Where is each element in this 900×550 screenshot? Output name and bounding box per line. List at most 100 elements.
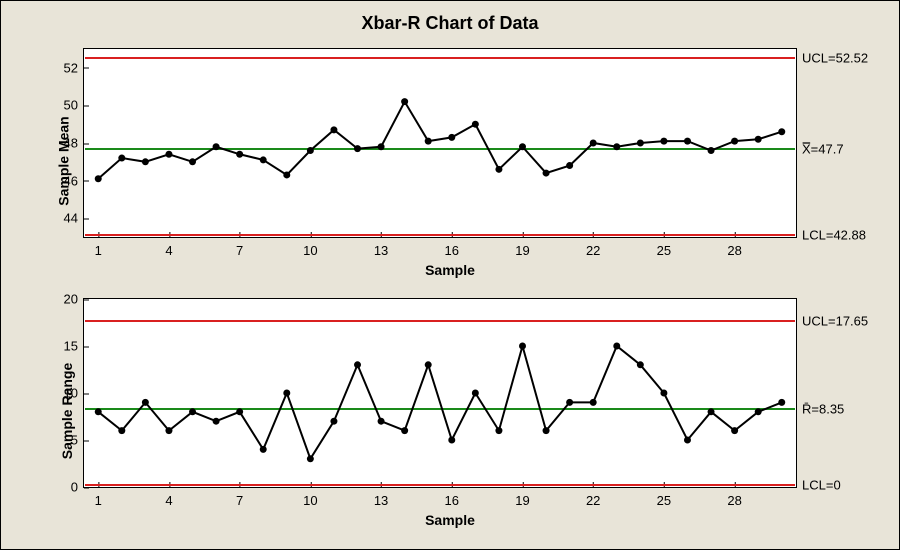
data-point <box>189 408 196 415</box>
x-tick: 19 <box>515 237 529 258</box>
data-point <box>731 138 738 145</box>
data-point <box>519 343 526 350</box>
x-tick: 16 <box>445 237 459 258</box>
data-point <box>260 446 267 453</box>
x-tick: 25 <box>657 487 671 508</box>
r-plot-area: 0510152014710131619222528UCL=17.65R̄=8.3… <box>83 298 797 488</box>
y-tick: 5 <box>71 433 84 448</box>
data-point <box>236 408 243 415</box>
data-point <box>495 427 502 434</box>
reference-label: X̿=47.7 <box>802 141 844 156</box>
data-series <box>84 299 796 487</box>
data-point <box>448 437 455 444</box>
data-point <box>566 162 573 169</box>
reference-label: UCL=17.65 <box>802 314 868 329</box>
reference-label: R̄=8.35 <box>802 401 844 416</box>
data-point <box>354 145 361 152</box>
x-tick: 7 <box>236 237 243 258</box>
data-point <box>213 418 220 425</box>
data-point <box>495 166 502 173</box>
data-point <box>590 140 597 147</box>
y-tick: 0 <box>71 480 84 495</box>
x-tick: 7 <box>236 487 243 508</box>
data-point <box>165 427 172 434</box>
x-tick: 1 <box>95 237 102 258</box>
data-point <box>142 399 149 406</box>
data-point <box>401 98 408 105</box>
data-point <box>472 121 479 128</box>
x-tick: 13 <box>374 237 388 258</box>
data-point <box>637 140 644 147</box>
data-point <box>425 361 432 368</box>
data-point <box>213 143 220 150</box>
xbar-y-label: Sample Mean <box>56 116 72 205</box>
data-point <box>708 408 715 415</box>
x-tick: 10 <box>303 237 317 258</box>
data-point <box>708 147 715 154</box>
data-point <box>165 151 172 158</box>
data-point <box>260 156 267 163</box>
x-tick: 10 <box>303 487 317 508</box>
y-tick: 44 <box>64 211 84 226</box>
data-point <box>778 399 785 406</box>
data-point <box>519 143 526 150</box>
data-point <box>755 408 762 415</box>
data-series <box>84 49 796 237</box>
data-point <box>637 361 644 368</box>
data-point <box>307 147 314 154</box>
x-tick: 13 <box>374 487 388 508</box>
data-point <box>543 170 550 177</box>
xbar-x-label: Sample <box>425 262 475 278</box>
data-point <box>684 437 691 444</box>
data-point <box>755 136 762 143</box>
data-point <box>236 151 243 158</box>
data-point <box>283 390 290 397</box>
data-point <box>142 158 149 165</box>
data-point <box>543 427 550 434</box>
data-point <box>472 390 479 397</box>
data-point <box>613 143 620 150</box>
data-point <box>378 418 385 425</box>
x-tick: 28 <box>727 237 741 258</box>
data-point <box>118 427 125 434</box>
data-point <box>660 390 667 397</box>
x-tick: 28 <box>727 487 741 508</box>
data-point <box>660 138 667 145</box>
x-tick: 22 <box>586 237 600 258</box>
y-tick: 50 <box>64 98 84 113</box>
x-tick: 16 <box>445 487 459 508</box>
x-tick: 25 <box>657 237 671 258</box>
data-point <box>401 427 408 434</box>
data-point <box>566 399 573 406</box>
x-tick: 4 <box>165 487 172 508</box>
data-point <box>590 399 597 406</box>
x-tick: 4 <box>165 237 172 258</box>
data-point <box>731 427 738 434</box>
xbar-plot-area: 444648505214710131619222528UCL=52.52X̿=4… <box>83 48 797 238</box>
y-tick: 48 <box>64 136 84 151</box>
x-tick: 22 <box>586 487 600 508</box>
data-point <box>425 138 432 145</box>
data-point <box>189 158 196 165</box>
data-point <box>330 418 337 425</box>
data-point <box>95 175 102 182</box>
data-point <box>448 134 455 141</box>
data-point <box>778 128 785 135</box>
page-title: Xbar-R Chart of Data <box>13 9 887 42</box>
reference-label: LCL=42.88 <box>802 228 866 243</box>
r-chart: Sample Range Sample 05101520147101316192… <box>13 292 887 530</box>
data-point <box>613 343 620 350</box>
x-tick: 1 <box>95 487 102 508</box>
reference-label: LCL=0 <box>802 478 841 493</box>
data-point <box>354 361 361 368</box>
data-point <box>118 155 125 162</box>
y-tick: 46 <box>64 173 84 188</box>
y-tick: 15 <box>64 339 84 354</box>
data-point <box>378 143 385 150</box>
y-tick: 20 <box>64 292 84 307</box>
data-point <box>330 126 337 133</box>
y-tick: 10 <box>64 386 84 401</box>
reference-label: UCL=52.52 <box>802 51 868 66</box>
r-x-label: Sample <box>425 512 475 528</box>
data-point <box>684 138 691 145</box>
